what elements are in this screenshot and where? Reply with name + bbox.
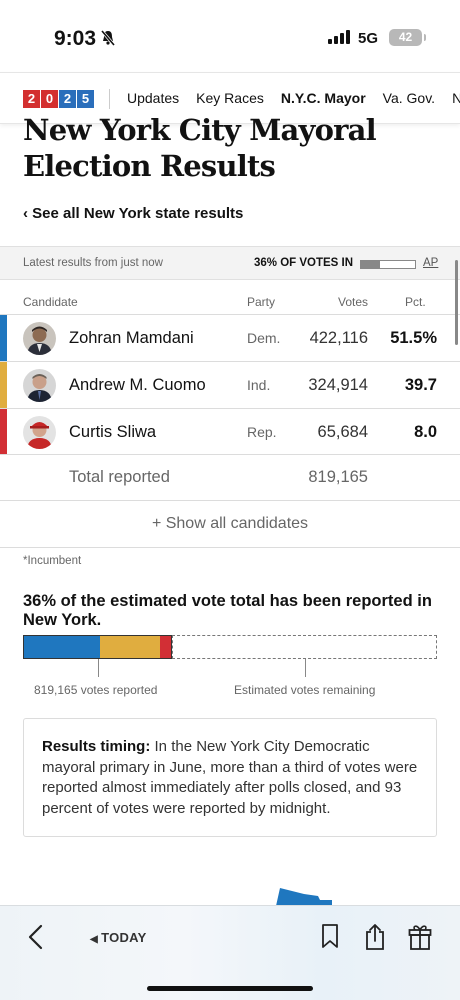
- header-candidate: Candidate: [23, 295, 78, 309]
- scroll-indicator: [455, 260, 458, 345]
- today-button[interactable]: ◀ TODAY: [90, 930, 147, 945]
- home-indicator: [147, 986, 313, 991]
- nav-item-updates[interactable]: Updates: [127, 90, 179, 106]
- network-type: 5G: [358, 30, 379, 47]
- caret-left-icon: ◀: [90, 934, 102, 945]
- page-title-line: Election Results: [23, 149, 276, 183]
- today-label: TODAY: [101, 930, 147, 945]
- gift-icon[interactable]: [408, 923, 432, 956]
- share-icon[interactable]: [364, 923, 386, 956]
- candidate-name: Curtis Sliwa: [69, 423, 157, 441]
- candidate-party: Dem.: [247, 330, 281, 346]
- page-title: New York City Mayoral Election Results: [23, 112, 377, 184]
- candidate-votes: 65,684: [317, 423, 368, 441]
- results-timing-box: Results timing: In the New York City Dem…: [23, 718, 437, 837]
- candidate-party: Rep.: [247, 424, 277, 440]
- header-pct: Pct.: [405, 295, 426, 309]
- battery-icon: 42: [389, 29, 426, 46]
- logo-digit: 0: [41, 90, 58, 108]
- table-row: Zohran Mamdani Dem. 422,116 51.5%: [0, 314, 460, 361]
- bookmark-icon[interactable]: [320, 923, 340, 954]
- votes-remaining-label: Estimated votes remaining: [234, 683, 376, 697]
- candidate-votes: 422,116: [309, 329, 368, 347]
- back-arrow-icon[interactable]: [26, 924, 46, 955]
- total-reported-row: Total reported 819,165: [0, 454, 460, 500]
- candidate-avatar: [23, 369, 56, 402]
- nav-divider: [109, 89, 110, 109]
- party-color-bar: [0, 409, 7, 455]
- results-status-strip: Latest results from just now 36% OF VOTE…: [0, 246, 460, 280]
- candidate-party: Ind.: [247, 377, 271, 393]
- logo-digit: 2: [59, 90, 76, 108]
- candidate-pct: 8.0: [414, 423, 437, 441]
- candidate-votes: 324,914: [308, 376, 368, 394]
- reported-outline: [23, 635, 172, 659]
- votes-reported-label: 819,165 votes reported: [34, 683, 158, 697]
- candidate-pct: 51.5%: [390, 329, 437, 347]
- incumbent-note: *Incumbent: [23, 555, 82, 567]
- votes-in-text: 36% OF VOTES IN: [254, 257, 354, 269]
- election-2025-logo[interactable]: 2 0 2 5: [23, 90, 94, 108]
- votes-in-meter: [360, 260, 416, 269]
- signal-icon: [328, 30, 350, 49]
- candidate-avatar: [23, 322, 56, 355]
- silent-bell-icon: [99, 29, 117, 52]
- total-reported-label: Total reported: [69, 468, 170, 486]
- remaining-tick: [305, 659, 306, 677]
- nav-item-va-gov[interactable]: Va. Gov.: [383, 90, 435, 106]
- candidate-avatar: [23, 416, 56, 449]
- nav-item-key-races[interactable]: Key Races: [196, 90, 264, 106]
- ap-source-link[interactable]: AP: [423, 257, 438, 269]
- estimated-vote-bar: [23, 635, 437, 659]
- votes-in-meter-fill: [361, 261, 381, 268]
- nav-item-overflow[interactable]: N: [452, 90, 460, 106]
- nav-item-nyc-mayor[interactable]: N.Y.C. Mayor: [281, 90, 366, 106]
- status-bar: 9:03 5G 42: [0, 0, 460, 72]
- estimate-heading: 36% of the estimated vote total has been…: [23, 592, 432, 629]
- total-reported-votes: 819,165: [308, 468, 368, 486]
- clock: 9:03: [54, 27, 97, 50]
- party-color-bar: [0, 315, 7, 361]
- logo-digit: 5: [77, 90, 94, 108]
- timing-label: Results timing:: [42, 738, 151, 755]
- show-all-candidates-button[interactable]: + Show all candidates: [0, 500, 460, 548]
- reported-tick: [98, 659, 99, 677]
- table-row: Andrew M. Cuomo Ind. 324,914 39.7: [0, 361, 460, 408]
- party-color-bar: [0, 362, 7, 408]
- results-table-header: Candidate Party Votes Pct.: [0, 288, 460, 314]
- candidate-name: Andrew M. Cuomo: [69, 376, 206, 394]
- latest-results-text: Latest results from just now: [23, 257, 163, 269]
- page-title-line: New York City Mayoral: [23, 113, 377, 147]
- candidate-pct: 39.7: [404, 376, 437, 394]
- header-party: Party: [247, 295, 276, 309]
- header-votes: Votes: [338, 295, 369, 309]
- nav-items: Updates Key Races N.Y.C. Mayor Va. Gov. …: [127, 90, 460, 106]
- logo-digit: 2: [23, 90, 40, 108]
- see-all-state-results-link[interactable]: ‹ See all New York state results: [23, 205, 243, 222]
- remaining-segment: [172, 635, 437, 659]
- candidate-name: Zohran Mamdani: [69, 329, 194, 347]
- table-row: Curtis Sliwa Rep. 65,684 8.0: [0, 408, 460, 455]
